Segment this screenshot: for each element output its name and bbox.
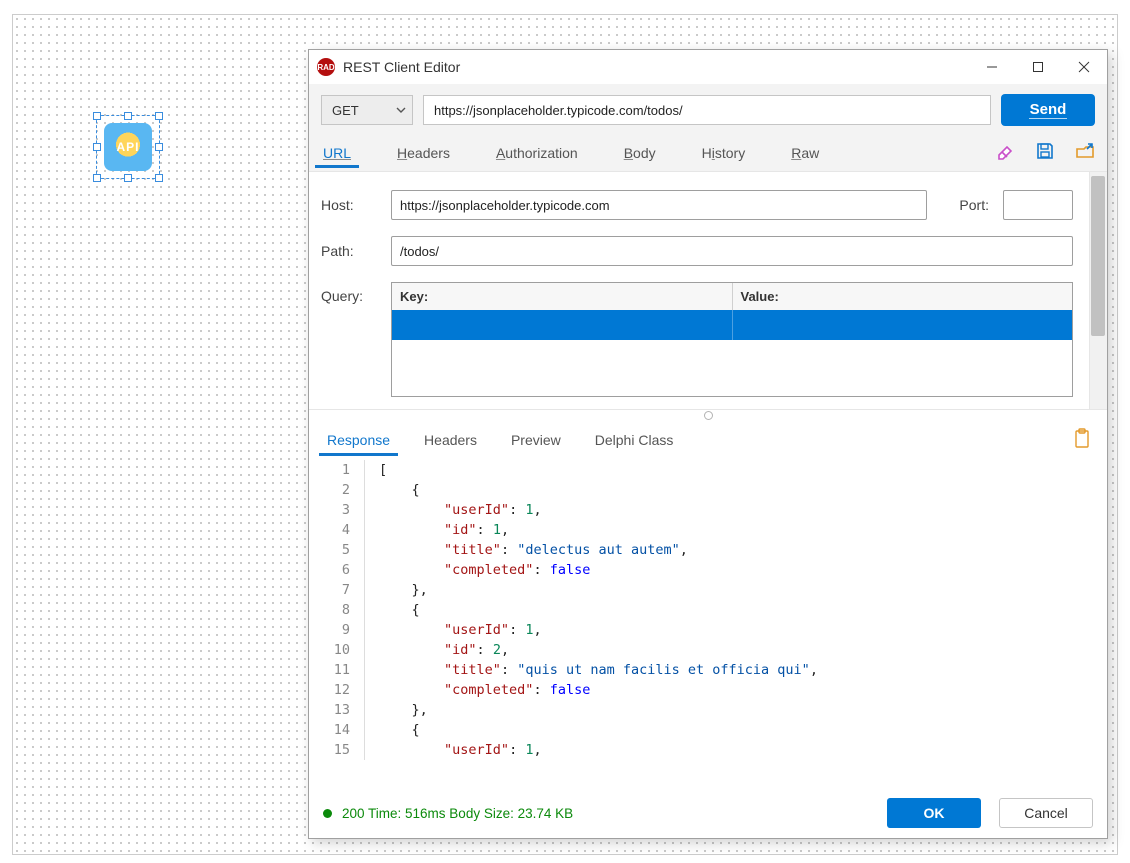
save-icon[interactable] bbox=[1035, 141, 1055, 164]
code-line: 13 }, bbox=[309, 700, 1107, 720]
code-line: 10 "id": 2, bbox=[309, 640, 1107, 660]
code-line: 6 "completed": false bbox=[309, 560, 1107, 580]
code-line: 3 "userId": 1, bbox=[309, 500, 1107, 520]
code-line: 5 "title": "delectus aut autem", bbox=[309, 540, 1107, 560]
cancel-button[interactable]: Cancel bbox=[999, 798, 1093, 828]
query-value-header: Value: bbox=[733, 283, 1073, 310]
url-input[interactable]: https://jsonplaceholder.typicode.com/tod… bbox=[423, 95, 991, 125]
code-line: 11 "title": "quis ut nam facilis et offi… bbox=[309, 660, 1107, 680]
code-line: 9 "userId": 1, bbox=[309, 620, 1107, 640]
window-title: REST Client Editor bbox=[343, 59, 460, 75]
clipboard-icon[interactable] bbox=[1073, 428, 1091, 453]
code-line: 4 "id": 1, bbox=[309, 520, 1107, 540]
window-minimize-button[interactable] bbox=[969, 50, 1015, 84]
response-body-viewer[interactable]: 1[2 {3 "userId": 1,4 "id": 1,5 "title": … bbox=[309, 454, 1107, 788]
code-line: 14 { bbox=[309, 720, 1107, 740]
splitter-handle[interactable] bbox=[309, 410, 1107, 420]
api-component-icon: API bbox=[104, 123, 152, 171]
vertical-scrollbar[interactable] bbox=[1089, 172, 1107, 409]
status-dot-icon bbox=[323, 809, 332, 818]
code-line: 2 { bbox=[309, 480, 1107, 500]
response-tabs: Response Headers Preview Delphi Class bbox=[309, 420, 1107, 454]
query-empty-area[interactable] bbox=[392, 340, 1072, 396]
resize-handle-nw[interactable] bbox=[93, 112, 101, 120]
http-method-select[interactable]: GET bbox=[321, 95, 413, 125]
resize-handle-n[interactable] bbox=[124, 112, 132, 120]
status-text: 200 Time: 516ms Body Size: 23.74 KB bbox=[342, 806, 573, 821]
ok-button[interactable]: OK bbox=[887, 798, 981, 828]
tab-history[interactable]: History bbox=[700, 139, 748, 167]
http-method-value: GET bbox=[332, 103, 359, 118]
query-key-header: Key: bbox=[392, 283, 733, 310]
window-maximize-button[interactable] bbox=[1015, 50, 1061, 84]
resize-handle-e[interactable] bbox=[155, 143, 163, 151]
tab-authorization[interactable]: Authorization bbox=[494, 139, 580, 167]
status-bar: 200 Time: 516ms Body Size: 23.74 KB OK C… bbox=[309, 788, 1107, 838]
rtab-preview[interactable]: Preview bbox=[509, 426, 563, 454]
tab-body[interactable]: Body bbox=[622, 139, 658, 167]
api-component-selection[interactable]: API bbox=[96, 115, 160, 179]
port-input[interactable] bbox=[1003, 190, 1073, 220]
rtab-headers[interactable]: Headers bbox=[422, 426, 479, 454]
tab-raw[interactable]: Raw bbox=[789, 139, 821, 167]
code-line: 1[ bbox=[309, 460, 1107, 480]
query-table[interactable]: Key: Value: bbox=[391, 282, 1073, 397]
code-line: 15 "userId": 1, bbox=[309, 740, 1107, 760]
open-icon[interactable] bbox=[1075, 141, 1095, 164]
code-line: 7 }, bbox=[309, 580, 1107, 600]
send-button[interactable]: Send bbox=[1001, 94, 1095, 126]
resize-handle-w[interactable] bbox=[93, 143, 101, 151]
rest-client-window: RAD REST Client Editor GET bbox=[308, 49, 1108, 839]
scrollbar-thumb[interactable] bbox=[1091, 176, 1105, 336]
request-tabs: URL Headers Authorization Body History R… bbox=[309, 134, 1107, 172]
resize-handle-s[interactable] bbox=[124, 174, 132, 182]
rtab-delphi-class[interactable]: Delphi Class bbox=[593, 426, 676, 454]
eraser-icon[interactable] bbox=[995, 141, 1015, 164]
path-label: Path: bbox=[321, 243, 377, 259]
query-selected-row[interactable] bbox=[392, 310, 1072, 340]
code-line: 8 { bbox=[309, 600, 1107, 620]
path-input[interactable]: /todos/ bbox=[391, 236, 1073, 266]
url-params-pane: Host: https://jsonplaceholder.typicode.c… bbox=[309, 172, 1107, 410]
host-input[interactable]: https://jsonplaceholder.typicode.com bbox=[391, 190, 927, 220]
titlebar[interactable]: RAD REST Client Editor bbox=[309, 50, 1107, 84]
request-row: GET https://jsonplaceholder.typicode.com… bbox=[309, 84, 1107, 134]
resize-handle-se[interactable] bbox=[155, 174, 163, 182]
rtab-response[interactable]: Response bbox=[325, 426, 392, 454]
window-close-button[interactable] bbox=[1061, 50, 1107, 84]
chevron-down-icon bbox=[396, 105, 406, 115]
form-designer-surface[interactable]: API RAD REST Client Editor bbox=[12, 14, 1118, 855]
app-icon: RAD bbox=[317, 58, 335, 76]
query-label: Query: bbox=[321, 282, 377, 397]
tab-headers[interactable]: Headers bbox=[395, 139, 452, 167]
tab-url[interactable]: URL bbox=[321, 139, 353, 167]
resize-handle-sw[interactable] bbox=[93, 174, 101, 182]
code-line: 12 "completed": false bbox=[309, 680, 1107, 700]
resize-handle-ne[interactable] bbox=[155, 112, 163, 120]
host-label: Host: bbox=[321, 197, 377, 213]
port-label: Port: bbox=[959, 197, 989, 213]
